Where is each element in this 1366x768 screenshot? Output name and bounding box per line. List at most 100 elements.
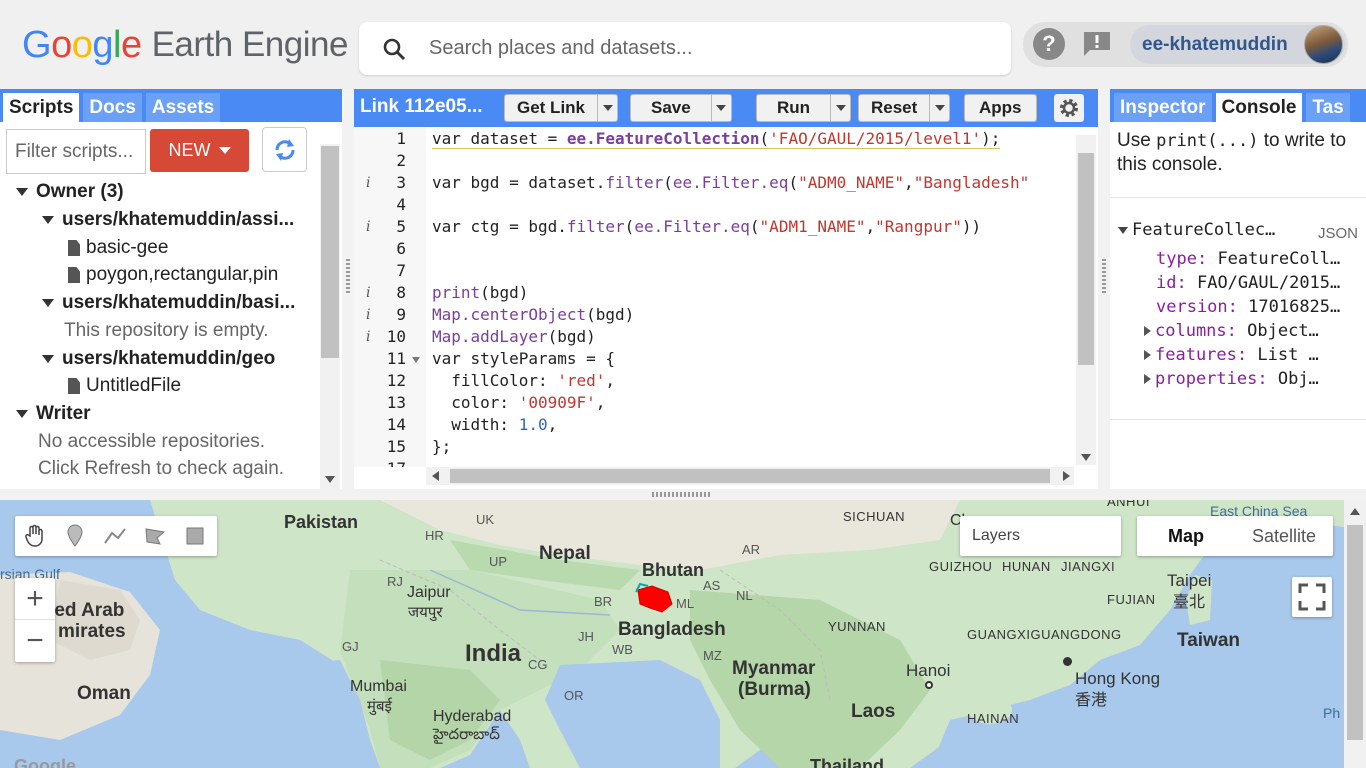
editor-vertical-scrollbar[interactable] (1076, 135, 1096, 465)
tree-owner-group[interactable]: Owner (3) (16, 181, 124, 203)
left-splitter[interactable] (342, 89, 354, 489)
json-toggle[interactable]: JSON (1318, 225, 1358, 242)
scroll-down-icon[interactable] (325, 476, 335, 483)
code-line: color: '00909F', (432, 393, 606, 412)
object-property-expandable[interactable]: columns: Object… (1144, 321, 1319, 341)
filter-scripts-input[interactable] (6, 129, 146, 174)
line-number: 4 (396, 195, 406, 214)
reset-button[interactable]: Reset (858, 94, 951, 122)
marker-pin-icon[interactable] (55, 516, 95, 556)
button-label: Save (651, 98, 691, 117)
zoom-in-button[interactable]: + (15, 578, 55, 620)
tree-label: poygon,rectangular,pin (86, 264, 279, 285)
scripts-scrollbar[interactable] (320, 144, 340, 489)
zoom-out-button[interactable]: − (15, 620, 55, 662)
scrollbar-thumb[interactable] (1347, 525, 1363, 740)
draw-polygon-icon[interactable] (135, 516, 175, 556)
object-property-expandable[interactable]: features: List … (1144, 345, 1319, 365)
script-title[interactable]: Link 112e05... (360, 96, 483, 118)
gear-icon[interactable] (1054, 94, 1084, 122)
object-property: type: FeatureColl… (1156, 249, 1341, 269)
tree-file[interactable]: basic-gee (68, 237, 168, 259)
layers-button[interactable]: Layers (960, 516, 1121, 556)
tree-file[interactable]: UntitledFile (68, 375, 181, 397)
chevron-down-icon[interactable] (929, 95, 949, 121)
refresh-button[interactable] (262, 127, 307, 172)
search-box[interactable] (359, 22, 1011, 75)
help-icon[interactable]: ? (1033, 28, 1065, 60)
fullscreen-button[interactable] (1292, 577, 1332, 617)
tree-label: users/khatemuddin/geo (62, 348, 276, 369)
run-button[interactable]: Run (756, 94, 852, 122)
info-icon[interactable]: i (366, 175, 370, 191)
pan-hand-icon[interactable] (15, 516, 55, 556)
feedback-icon[interactable] (1081, 28, 1113, 60)
map-label: NL (736, 588, 753, 603)
right-splitter[interactable] (1098, 89, 1110, 489)
apps-button[interactable]: Apps (964, 94, 1037, 122)
info-icon[interactable]: i (366, 285, 370, 301)
tree-writer-group[interactable]: Writer (16, 403, 91, 425)
chevron-down-icon[interactable] (710, 95, 731, 121)
map-label: AR (742, 542, 761, 557)
tab-console[interactable]: Console (1215, 93, 1303, 122)
code-line: width: 1.0, (432, 415, 558, 434)
code-area[interactable]: var dataset = ee.FeatureCollection('FAO/… (432, 127, 1072, 457)
chevron-down-icon[interactable] (597, 95, 617, 121)
draw-rectangle-icon[interactable] (175, 516, 215, 556)
tree-repo[interactable]: users/khatemuddin/assi... (42, 209, 294, 231)
tab-assets[interactable]: Assets (145, 93, 221, 122)
get-link-button[interactable]: Get Link (504, 94, 619, 122)
map-label: FUJIAN (1107, 592, 1156, 607)
tab-tasks[interactable]: Tas (1306, 93, 1350, 122)
fold-arrow-icon[interactable] (412, 357, 420, 363)
draw-line-icon[interactable] (95, 516, 135, 556)
line-number: 15 (386, 437, 406, 456)
tree-repo[interactable]: users/khatemuddin/basi... (42, 292, 295, 314)
map-type-map[interactable]: Map (1137, 516, 1235, 556)
scrollbar-thumb[interactable] (450, 469, 1050, 483)
line-number: 8 (396, 283, 406, 302)
search-input[interactable] (429, 37, 989, 60)
scrollbar-thumb[interactable] (321, 146, 339, 358)
expand-triangle-icon (1144, 374, 1151, 384)
info-icon[interactable]: i (366, 329, 370, 345)
scroll-right-icon[interactable] (1063, 471, 1070, 481)
map-scrollbar[interactable] (1344, 500, 1366, 768)
account-chip[interactable]: ee-khatemuddin (1130, 25, 1345, 64)
map-label: ANHUI (1107, 500, 1150, 509)
map-label: UP (489, 554, 508, 569)
tree-repo[interactable]: users/khatemuddin/geo (42, 348, 275, 370)
logo-letter: l (112, 23, 121, 66)
google-earth-engine-logo[interactable]: Google Earth Engine (22, 22, 348, 68)
tab-scripts[interactable]: Scripts (3, 93, 80, 122)
save-button[interactable]: Save (630, 94, 732, 122)
chevron-down-icon[interactable] (830, 95, 850, 121)
tab-docs[interactable]: Docs (83, 93, 142, 122)
layers-label: Layers (972, 527, 1021, 544)
scroll-up-icon[interactable] (1350, 508, 1360, 515)
scrollbar-thumb[interactable] (1078, 153, 1094, 365)
button-label: Apps (979, 98, 1022, 117)
tab-inspector[interactable]: Inspector (1114, 93, 1212, 122)
file-icon (68, 378, 80, 394)
logo-letter: g (92, 23, 113, 66)
info-icon[interactable]: i (366, 219, 370, 235)
file-icon (68, 267, 80, 283)
avatar[interactable] (1304, 25, 1343, 64)
object-property-expandable[interactable]: properties: Obj… (1144, 369, 1319, 389)
map-label: Hyderabad (433, 708, 512, 725)
tree-file[interactable]: poygon,rectangular,pin (68, 264, 278, 286)
map-type-satellite[interactable]: Satellite (1235, 516, 1333, 556)
map-label: Bhutan (642, 560, 704, 580)
map-label: Mumbai (350, 678, 407, 695)
map-splitter[interactable] (0, 489, 1366, 500)
map-label: JH (578, 629, 594, 644)
scroll-left-icon[interactable] (432, 471, 439, 481)
scroll-down-icon[interactable] (1081, 454, 1091, 461)
new-script-button[interactable]: NEW (150, 129, 249, 172)
info-icon[interactable]: i (366, 307, 370, 323)
editor-horizontal-scrollbar[interactable] (426, 467, 1074, 485)
tree-writer-message: Click Refresh to check again. (38, 458, 285, 479)
console-object-header[interactable]: FeatureCollec… (1118, 220, 1275, 240)
